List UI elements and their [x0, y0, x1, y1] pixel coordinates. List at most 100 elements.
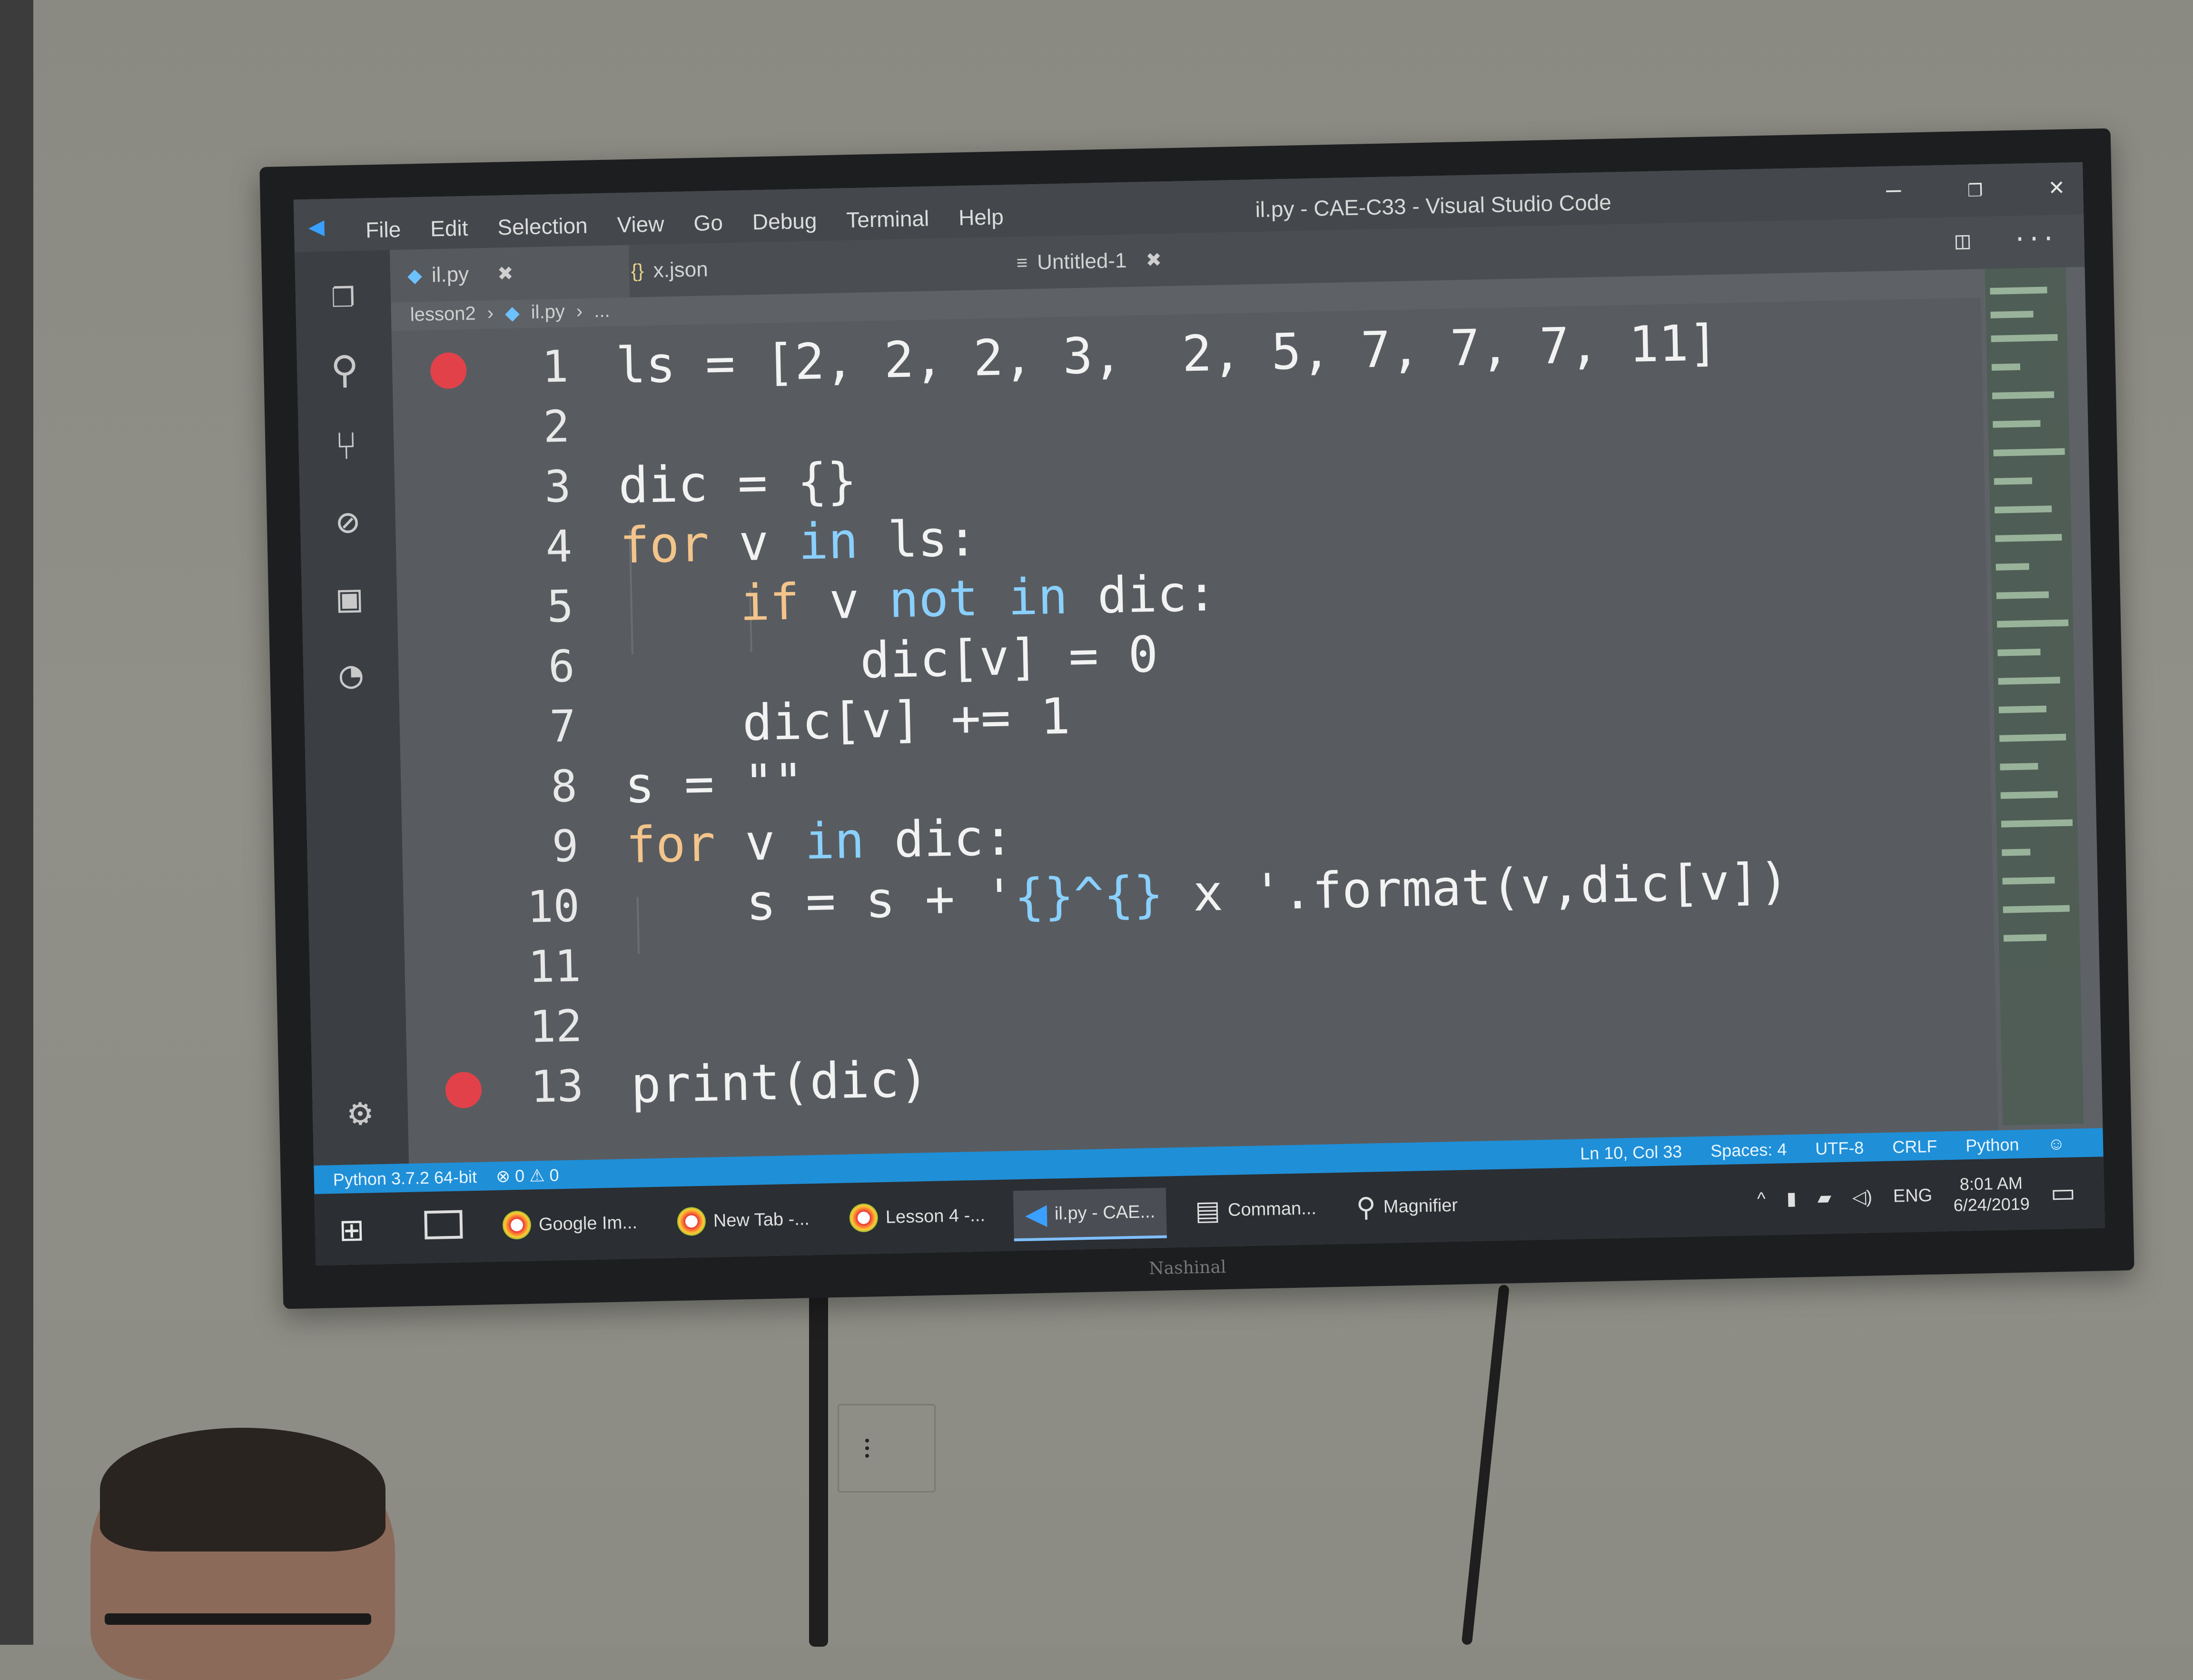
tab-il-py[interactable]: ◆ il.py ✖ — [390, 245, 630, 303]
taskbar-item-cmd[interactable]: ▤ Comman... — [1183, 1184, 1328, 1235]
code-token: x '.format(v,dic[v]) — [1163, 852, 1790, 923]
code-text: for v in ls: — [619, 508, 978, 576]
breakpoint-dot[interactable] — [445, 1071, 482, 1109]
line-number: 3 — [543, 461, 572, 513]
clock[interactable]: 8:01 AM 6/24/2019 — [1953, 1173, 2030, 1216]
line-number: 5 — [546, 581, 574, 632]
line-number: 12 — [529, 1000, 583, 1053]
explorer-icon[interactable]: ❐ — [319, 269, 367, 318]
wall-edge — [0, 0, 33, 1645]
task-view-icon[interactable] — [424, 1210, 463, 1240]
menu-go[interactable]: Go — [693, 210, 723, 236]
taskbar-item-magnifier[interactable]: ⚲ Magnifier — [1344, 1181, 1470, 1231]
person-hair — [100, 1428, 385, 1552]
window-controls: — ❐ ✕ — [1886, 172, 2064, 205]
code-token: dic: — [863, 808, 1014, 870]
breadcrumb-symbol[interactable]: ... — [594, 300, 610, 323]
taskbar-apps: Google Im... New Tab -... Lesson 4 -... … — [491, 1181, 1470, 1252]
python-interpreter[interactable]: Python 3.7.2 64-bit — [333, 1167, 477, 1190]
more-actions-icon[interactable]: ··· — [2012, 225, 2056, 253]
status-left: Python 3.7.2 64-bit ⊗ 0 ⚠ 0 — [333, 1165, 559, 1190]
keyword: if — [739, 573, 800, 632]
menu-edit[interactable]: Edit — [430, 215, 468, 242]
problems-indicator[interactable]: ⊗ 0 ⚠ 0 — [496, 1165, 559, 1186]
code-token: v — [708, 513, 800, 573]
input-language[interactable]: ENG — [1893, 1185, 1932, 1206]
search-icon[interactable]: ⚲ — [320, 346, 369, 394]
breakpoint-dot[interactable] — [430, 352, 467, 389]
taskbar-label: Lesson 4 -... — [885, 1205, 986, 1227]
minimize-button[interactable]: — — [1886, 176, 1901, 205]
code-text: dic[v] += 1 — [741, 687, 1071, 752]
tab-label: il.py — [431, 262, 469, 287]
restore-button[interactable]: ❐ — [1967, 174, 1983, 203]
split-editor-icon[interactable]: ◫ — [1955, 227, 1970, 255]
indentation[interactable]: Spaces: 4 — [1710, 1139, 1787, 1161]
taskbar-item-vscode[interactable]: ◀ il.py - CAE... — [1013, 1187, 1167, 1242]
menu-view[interactable]: View — [617, 211, 664, 237]
text-file-icon: ≡ — [1016, 252, 1028, 274]
hdmi-cable — [809, 1285, 828, 1647]
close-tab-icon[interactable]: ✖ — [497, 263, 514, 285]
person-head — [90, 1428, 395, 1680]
language-mode[interactable]: Python — [1966, 1135, 2019, 1156]
taskbar-item-chrome-1[interactable]: Google Im... — [491, 1198, 649, 1249]
taskbar-label: il.py - CAE... — [1054, 1201, 1156, 1224]
menu-debug[interactable]: Debug — [752, 208, 817, 235]
menu-selection[interactable]: Selection — [497, 213, 588, 240]
breadcrumb-folder[interactable]: lesson2 — [410, 303, 476, 326]
chevron-right-icon: › — [487, 302, 494, 324]
screen: ◀ File Edit Selection View Go Debug Term… — [293, 162, 2105, 1266]
tv-monitor: ◀ File Edit Selection View Go Debug Term… — [259, 128, 2134, 1309]
activity-bar: ❐ ⚲ ⑂ ⊘ ▣ ◔ ⚙ — [295, 250, 409, 1166]
debug-icon[interactable]: ⊘ — [324, 498, 372, 546]
menu-help[interactable]: Help — [958, 204, 1004, 230]
close-tab-icon[interactable]: ✖ — [1146, 249, 1162, 271]
windows-start-icon[interactable]: ⊞ — [338, 1212, 365, 1248]
tab-untitled-1[interactable]: ≡ Untitled-1 ✖ — [999, 234, 1179, 290]
taskbar-item-chrome-3[interactable]: Lesson 4 -... — [838, 1191, 997, 1242]
tab-x-json[interactable]: {} x.json — [613, 243, 726, 298]
format-placeholder: {}^{} — [1014, 865, 1164, 927]
notifications-icon[interactable]: ▭ — [2050, 1177, 2076, 1209]
line-number: 9 — [551, 820, 579, 872]
battery-icon[interactable]: ▮ — [1786, 1187, 1797, 1209]
source-control-icon[interactable]: ⑂ — [322, 422, 371, 470]
code-text: print(dic) — [630, 1049, 930, 1115]
minimap[interactable] — [1985, 267, 2084, 1126]
menu-bar: File Edit Selection View Go Debug Termin… — [366, 204, 1004, 243]
gear-icon[interactable]: ⚙ — [336, 1088, 385, 1136]
vscode-icon: ◀ — [1025, 1197, 1047, 1230]
line-ending[interactable]: CRLF — [1892, 1136, 1937, 1157]
breadcrumb-file[interactable]: il.py — [531, 301, 565, 324]
clock-date: 6/24/2019 — [1953, 1194, 2030, 1215]
chevron-up-icon[interactable]: ^ — [1757, 1189, 1766, 1209]
feedback-icon[interactable]: ☺ — [2047, 1134, 2065, 1154]
tab-label: Untitled-1 — [1037, 248, 1127, 274]
menu-file[interactable]: File — [366, 217, 401, 243]
keyword: in — [1007, 567, 1068, 627]
tab-label: x.json — [653, 257, 709, 282]
code-editor[interactable]: 1 ls = [2, 2, 2, 3, 2, 5, 7, 7, 7, 11] 2… — [391, 297, 1998, 1164]
line-number: 8 — [550, 761, 578, 812]
code-text: dic[v] = 0 — [859, 625, 1159, 690]
line-number: 6 — [547, 641, 575, 692]
menu-terminal[interactable]: Terminal — [846, 206, 929, 233]
close-button[interactable]: ✕ — [2049, 172, 2065, 201]
cursor-position[interactable]: Ln 10, Col 33 — [1580, 1142, 1682, 1164]
network-icon[interactable]: ▰ — [1817, 1187, 1831, 1209]
clock-time: 8:01 AM — [1959, 1173, 2023, 1194]
code-token: s = s + ' — [745, 868, 1015, 932]
volume-icon[interactable]: ◁) — [1852, 1186, 1873, 1208]
magnifier-icon: ⚲ — [1356, 1192, 1376, 1223]
keyword: in — [798, 511, 859, 571]
taskbar-item-chrome-2[interactable]: New Tab -... — [665, 1195, 821, 1246]
line-number: 11 — [527, 940, 582, 993]
code-text: if v not in dic: — [739, 563, 1217, 633]
chrome-icon — [502, 1210, 532, 1240]
remote-icon[interactable]: ◔ — [327, 650, 375, 699]
encoding[interactable]: UTF-8 — [1815, 1138, 1864, 1159]
extensions-icon[interactable]: ▣ — [325, 574, 374, 623]
monitor-brand-logo: Nashinal — [1148, 1257, 1226, 1279]
